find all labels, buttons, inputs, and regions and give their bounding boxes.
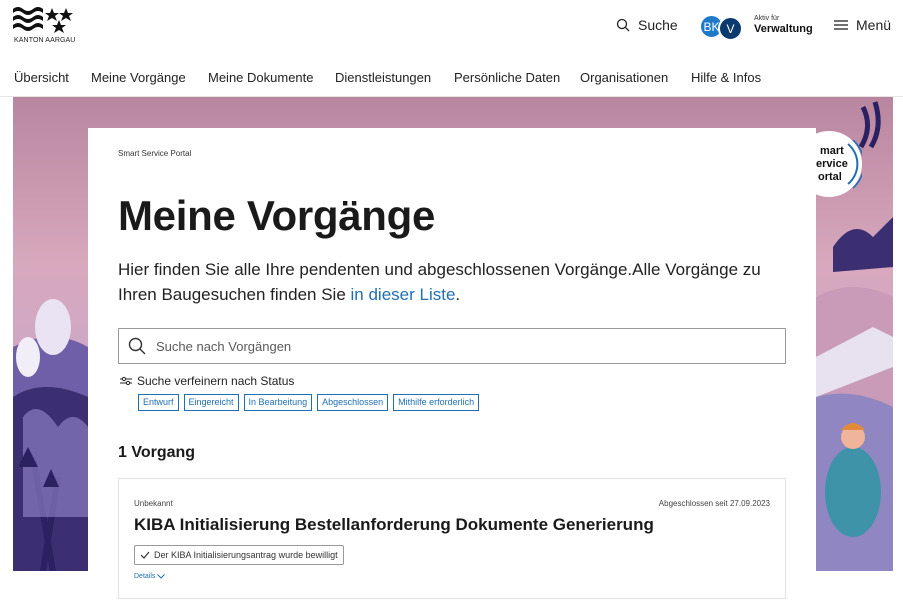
filter-chip-in-bearbeitung[interactable]: In Bearbeitung xyxy=(243,394,313,411)
status-filter-chips: Entwurf Eingereicht In Bearbeitung Abges… xyxy=(138,394,480,411)
menu-button[interactable]: Menü xyxy=(834,17,891,33)
search-icon xyxy=(616,18,630,32)
avatar-organisation: V xyxy=(718,16,743,41)
filter-label: Suche verfeinern nach Status xyxy=(137,374,295,388)
nav-item-dienstleistungen[interactable]: Dienstleistungen xyxy=(335,70,431,85)
breadcrumb[interactable]: Smart Service Portal xyxy=(118,149,191,158)
search-input[interactable] xyxy=(156,338,756,354)
intro-text: Hier finden Sie alle Ihre pendenten und … xyxy=(118,257,778,307)
header-search-button[interactable]: Suche xyxy=(616,17,678,33)
nav-item-persoenliche-daten[interactable]: Persönliche Daten xyxy=(454,70,560,85)
header: KANTON AARGAU Suche BK V Aktiv für Verwa… xyxy=(0,0,903,58)
sliders-icon xyxy=(120,376,132,386)
baugesuche-list-link[interactable]: in dieser Liste xyxy=(351,285,456,304)
result-count: 1 Vorgang xyxy=(118,444,196,461)
nav-item-organisationen[interactable]: Organisationen xyxy=(580,70,668,85)
filter-chip-eingereicht[interactable]: Eingereicht xyxy=(183,394,239,411)
search-label: Suche xyxy=(638,17,678,33)
logo-text: KANTON AARGAU xyxy=(14,37,76,44)
main-navigation: Übersicht Meine Vorgänge Meine Dokumente… xyxy=(0,60,903,97)
account-switcher[interactable]: BK V xyxy=(699,14,749,41)
check-icon xyxy=(140,551,150,559)
item-title[interactable]: KIBA Initialisierung Bestellanforderung … xyxy=(134,515,654,535)
nav-item-hilfe-infos[interactable]: Hilfe & Infos xyxy=(691,70,761,85)
nav-item-meine-dokumente[interactable]: Meine Dokumente xyxy=(208,70,314,85)
chevron-down-icon xyxy=(157,574,166,579)
search-field[interactable] xyxy=(118,328,786,364)
role-caption: Aktiv für xyxy=(754,15,780,22)
page-title: Meine Vorgänge xyxy=(118,192,436,239)
content-card: Smart Service Portal Meine Vorgänge Hier… xyxy=(88,128,816,606)
nav-item-meine-vorgaenge[interactable]: Meine Vorgänge xyxy=(91,70,186,85)
hamburger-icon xyxy=(834,20,848,30)
filter-chip-abgeschlossen[interactable]: Abgeschlossen xyxy=(317,394,389,411)
filter-chip-mithilfe-erforderlich[interactable]: Mithilfe erforderlich xyxy=(393,394,480,411)
intro-text-end: . xyxy=(455,285,461,304)
details-toggle[interactable]: Details xyxy=(134,573,166,580)
menu-label: Menü xyxy=(856,17,892,33)
item-status: Unbekannt xyxy=(134,499,173,508)
list-item[interactable]: Unbekannt Abgeschlossen seit 27.09.2023 … xyxy=(118,478,786,599)
item-closed-date: Abgeschlossen seit 27.09.2023 xyxy=(658,499,770,508)
search-icon xyxy=(128,337,146,355)
item-status-badge: Der KIBA Initialisierungsantrag wurde be… xyxy=(134,545,344,565)
filter-chip-entwurf[interactable]: Entwurf xyxy=(138,394,179,411)
active-role[interactable]: Aktiv für Verwaltung xyxy=(754,15,813,35)
status-filter-toggle[interactable]: Suche verfeinern nach Status xyxy=(120,374,294,388)
badge-line-1: mart xyxy=(820,145,844,157)
badge-line-3: ortal xyxy=(818,171,842,183)
badge-line-2: ervice xyxy=(816,158,848,170)
item-badge-text: Der KIBA Initialisierungsantrag wurde be… xyxy=(154,550,338,560)
nav-item-uebersicht[interactable]: Übersicht xyxy=(14,70,69,85)
role-name: Verwaltung xyxy=(754,23,813,35)
details-label: Details xyxy=(134,573,156,580)
